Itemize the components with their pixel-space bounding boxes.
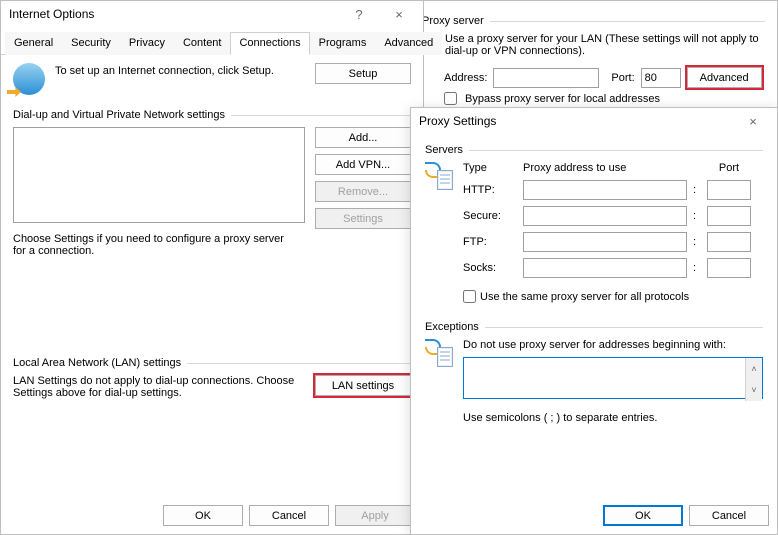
servers-legend: Servers	[425, 144, 763, 156]
proxy-server-legend: Proxy server	[422, 15, 765, 27]
settings-button: Settings	[315, 208, 411, 229]
remove-button: Remove...	[315, 181, 411, 202]
globe-icon	[13, 63, 45, 95]
tab-privacy[interactable]: Privacy	[120, 32, 174, 55]
choose-settings-text: Choose Settings if you need to configure…	[13, 233, 293, 257]
proxy-settings-titlebar: Proxy Settings ×	[411, 108, 777, 134]
tab-programs[interactable]: Programs	[310, 32, 376, 55]
tab-general[interactable]: General	[5, 32, 62, 55]
servers-icon	[425, 162, 453, 190]
tab-security[interactable]: Security	[62, 32, 120, 55]
http-label: HTTP:	[463, 184, 517, 196]
bypass-local-label: Bypass proxy server for local addresses	[465, 93, 660, 105]
http-port-input[interactable]	[707, 180, 751, 200]
tab-content[interactable]: Content	[174, 32, 231, 55]
proxy-settings-dialog: Proxy Settings × Servers Type Proxy addr…	[410, 107, 778, 535]
lan-text: LAN Settings do not apply to dial-up con…	[13, 375, 305, 399]
socks-address-input[interactable]	[523, 258, 687, 278]
ok-button[interactable]: OK	[163, 505, 243, 526]
secure-port-input[interactable]	[707, 206, 751, 226]
lan-legend: Local Area Network (LAN) settings	[13, 357, 411, 369]
internet-options-dialog: Internet Options ? × General Security Pr…	[0, 0, 424, 535]
add-button[interactable]: Add...	[315, 127, 411, 148]
help-button[interactable]: ?	[341, 4, 377, 24]
exceptions-icon	[425, 339, 453, 367]
proxy-settings-title: Proxy Settings	[419, 114, 496, 128]
address-label: Address:	[444, 72, 487, 84]
close-button[interactable]: ×	[381, 4, 417, 24]
bypass-local-checkbox[interactable]	[444, 92, 457, 105]
port-input[interactable]	[641, 68, 681, 88]
address-header: Proxy address to use	[523, 162, 687, 174]
proxy-close-button[interactable]: ×	[735, 111, 771, 131]
setup-button[interactable]: Setup	[315, 63, 411, 84]
port-header: Port	[707, 162, 751, 174]
exceptions-textarea[interactable]	[463, 357, 763, 399]
port-label: Port:	[611, 72, 634, 84]
add-vpn-button[interactable]: Add VPN...	[315, 154, 411, 175]
proxy-cancel-button[interactable]: Cancel	[689, 505, 769, 526]
tabs: General Security Privacy Content Connect…	[1, 31, 423, 55]
advanced-button[interactable]: Advanced	[687, 67, 762, 88]
ftp-port-input[interactable]	[707, 232, 751, 252]
exceptions-scrollbar[interactable]: ˄˅	[745, 358, 762, 401]
internet-options-title: Internet Options	[9, 7, 94, 21]
same-proxy-label: Use the same proxy server for all protoc…	[480, 291, 689, 303]
same-proxy-checkbox[interactable]	[463, 290, 476, 303]
connections-listbox[interactable]	[13, 127, 305, 223]
apply-button: Apply	[335, 505, 415, 526]
lan-settings-button[interactable]: LAN settings	[315, 375, 411, 396]
type-header: Type	[463, 162, 517, 174]
tab-advanced[interactable]: Advanced	[375, 32, 442, 55]
ftp-address-input[interactable]	[523, 232, 687, 252]
tab-connections[interactable]: Connections	[230, 32, 309, 55]
use-proxy-label: Use a proxy server for your LAN (These s…	[445, 33, 765, 57]
internet-options-titlebar: Internet Options ? ×	[1, 1, 423, 27]
address-input[interactable]	[493, 68, 599, 88]
proxy-ok-button[interactable]: OK	[603, 505, 683, 526]
http-address-input[interactable]	[523, 180, 687, 200]
ftp-label: FTP:	[463, 236, 517, 248]
secure-label: Secure:	[463, 210, 517, 222]
cancel-button[interactable]: Cancel	[249, 505, 329, 526]
secure-address-input[interactable]	[523, 206, 687, 226]
dialup-legend: Dial-up and Virtual Private Network sett…	[13, 109, 411, 121]
exceptions-text: Do not use proxy server for addresses be…	[463, 339, 763, 351]
socks-port-input[interactable]	[707, 258, 751, 278]
exceptions-hint: Use semicolons ( ; ) to separate entries…	[463, 412, 763, 424]
socks-label: Socks:	[463, 262, 517, 274]
exceptions-legend: Exceptions	[425, 321, 763, 333]
setup-text: To set up an Internet connection, click …	[55, 63, 305, 77]
